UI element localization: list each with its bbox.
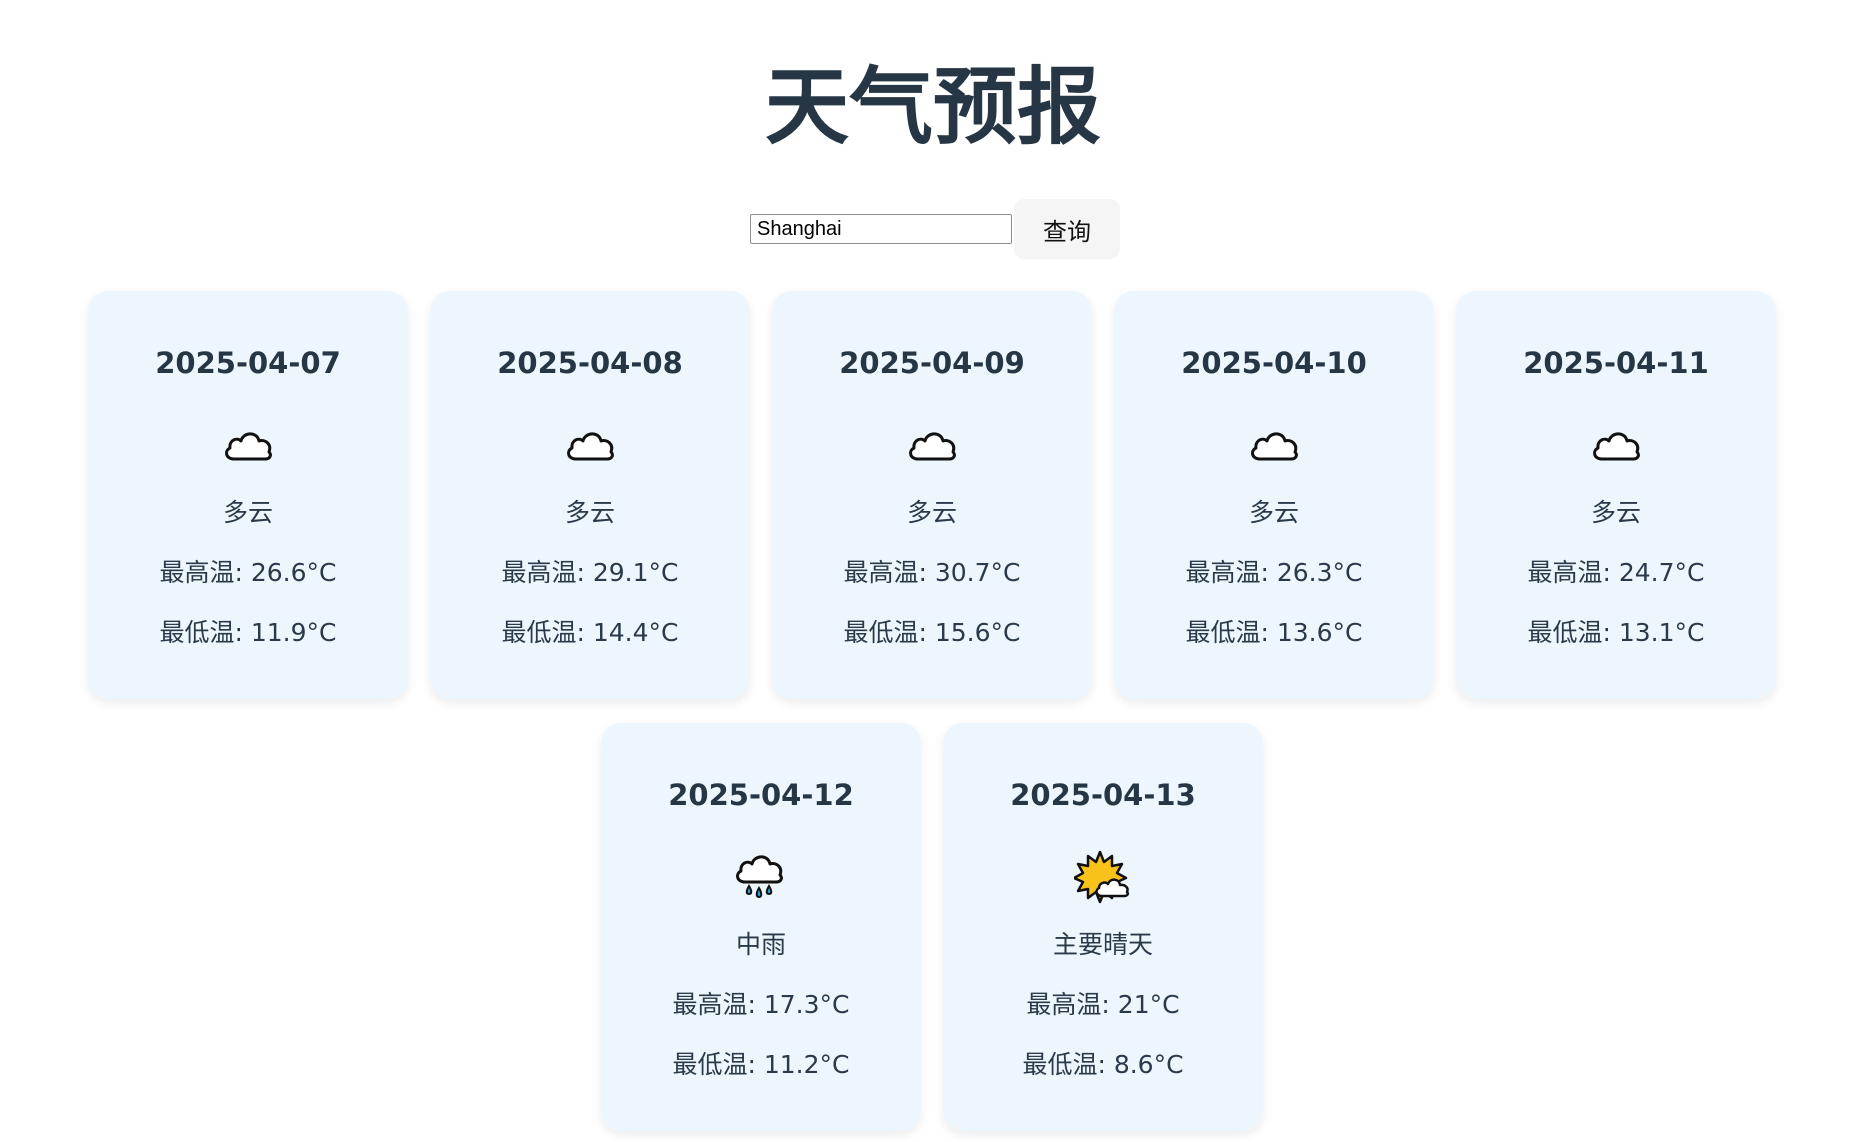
weather-description: 多云 xyxy=(1590,498,1641,527)
forecast-date: 2025-04-10 xyxy=(1181,346,1367,380)
forecast-card: 2025-04-12 中雨 最高温: 17.3°C 最低温: 11.2°C xyxy=(601,723,921,1131)
forecast-date: 2025-04-13 xyxy=(1010,778,1196,812)
search-button[interactable]: 查询 xyxy=(1014,199,1120,259)
high-temperature: 最高温: 17.3°C xyxy=(672,990,850,1019)
forecast-date: 2025-04-12 xyxy=(668,778,854,812)
high-temperature: 最高温: 29.1°C xyxy=(501,558,679,587)
forecast-date: 2025-04-08 xyxy=(497,346,683,380)
forecast-date: 2025-04-07 xyxy=(155,346,341,380)
high-temperature: 最高温: 26.6°C xyxy=(159,558,337,587)
high-temperature: 最高温: 21°C xyxy=(1026,990,1180,1019)
low-temperature: 最低温: 11.9°C xyxy=(159,618,337,647)
forecast-card: 2025-04-07 多云 最高温: 26.6°C 最低温: 11.9°C xyxy=(88,291,408,699)
weather-description: 多云 xyxy=(906,498,957,527)
high-temperature: 最高温: 30.7°C xyxy=(843,558,1021,587)
low-temperature: 最低温: 11.2°C xyxy=(672,1050,850,1079)
weather-page: 天气预报 查询 2025-04-07 多云 最高温: 26.6°C 最低温: 1… xyxy=(0,0,1866,1142)
forecast-card: 2025-04-11 多云 最高温: 24.7°C 最低温: 13.1°C xyxy=(1456,291,1776,699)
forecast-card: 2025-04-10 多云 最高温: 26.3°C 最低温: 13.6°C xyxy=(1114,291,1434,699)
search-bar: 查询 xyxy=(750,199,1120,259)
forecast-card: 2025-04-13 主要晴天 最高温: 21°C 最低温: 8.6°C xyxy=(943,723,1263,1131)
low-temperature: 最低温: 8.6°C xyxy=(1022,1050,1184,1079)
weather-description: 主要晴天 xyxy=(1052,930,1153,959)
forecast-list: 2025-04-07 多云 最高温: 26.6°C 最低温: 11.9°C 20… xyxy=(87,291,1777,1131)
low-temperature: 最低温: 13.6°C xyxy=(1185,618,1363,647)
cloud-icon xyxy=(1114,415,1434,475)
low-temperature: 最低温: 14.4°C xyxy=(501,618,679,647)
low-temperature: 最低温: 13.1°C xyxy=(1527,618,1705,647)
weather-description: 多云 xyxy=(1248,498,1299,527)
high-temperature: 最高温: 24.7°C xyxy=(1527,558,1705,587)
city-input[interactable] xyxy=(750,214,1012,244)
forecast-date: 2025-04-11 xyxy=(1523,346,1709,380)
low-temperature: 最低温: 15.6°C xyxy=(843,618,1021,647)
weather-description: 中雨 xyxy=(735,930,786,959)
forecast-date: 2025-04-09 xyxy=(839,346,1025,380)
page-title: 天气预报 xyxy=(764,58,1101,156)
forecast-card: 2025-04-08 多云 最高温: 29.1°C 最低温: 14.4°C xyxy=(430,291,750,699)
high-temperature: 最高温: 26.3°C xyxy=(1185,558,1363,587)
cloud-icon xyxy=(88,415,408,475)
forecast-card: 2025-04-09 多云 最高温: 30.7°C 最低温: 15.6°C xyxy=(772,291,1092,699)
cloud-icon xyxy=(1456,415,1776,475)
weather-description: 多云 xyxy=(564,498,615,527)
weather-description: 多云 xyxy=(222,498,273,527)
sun-behind-cloud-icon xyxy=(943,847,1263,907)
rain-cloud-icon xyxy=(601,847,921,907)
cloud-icon xyxy=(430,415,750,475)
cloud-icon xyxy=(772,415,1092,475)
